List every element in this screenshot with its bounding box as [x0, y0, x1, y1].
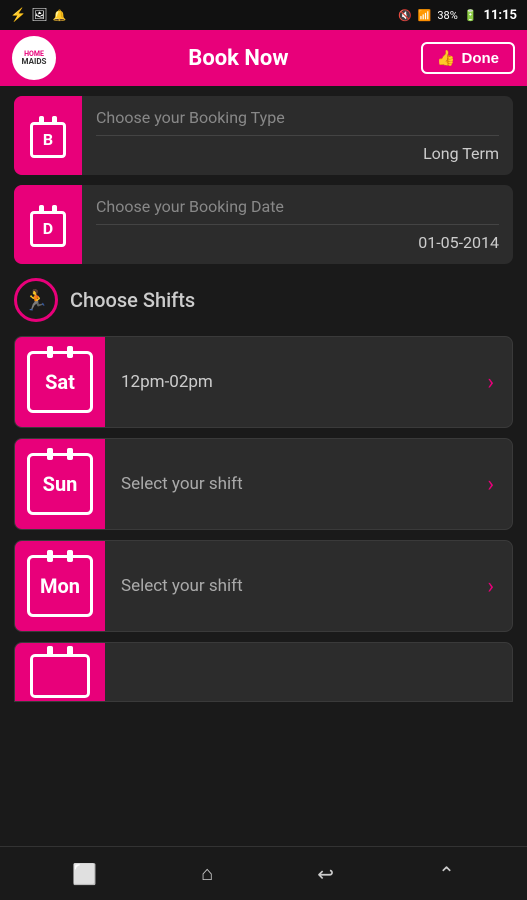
running-person-icon: 🏃 — [24, 288, 49, 312]
nav-back-icon[interactable]: ↩ — [317, 862, 334, 886]
notif-icon: 🔔 — [53, 9, 67, 22]
shift-day-sun: Sun — [43, 472, 78, 496]
battery-icon: 🔋 — [464, 9, 478, 22]
done-button[interactable]: 👍 Done — [421, 42, 515, 74]
booking-date-value: 01-05-2014 — [96, 233, 499, 252]
shift-item-sun[interactable]: Sun Select your shift › — [14, 438, 513, 530]
app-logo: HOME MAIDS — [12, 36, 56, 80]
page-title: Book Now — [188, 46, 288, 71]
booking-type-label: Choose your Booking Type — [96, 108, 499, 127]
nav-square-icon[interactable]: ⬜ — [72, 862, 97, 886]
booking-type-letter: B — [43, 130, 53, 149]
main-content: B Choose your Booking Type Long Term D — [0, 86, 527, 712]
thumbs-up-icon: 👍 — [437, 49, 456, 67]
image-icon: 🖼 — [31, 8, 48, 23]
shift-item-partial — [14, 642, 513, 702]
shift-day-sat: Sat — [45, 370, 75, 394]
shift-day-mon: Mon — [40, 574, 80, 598]
shift-time-sun: Select your shift — [105, 474, 487, 494]
time-display: 11:15 — [484, 8, 518, 23]
nav-up-icon[interactable]: ⌃ — [438, 862, 455, 886]
status-bar: ⚡ 🖼 🔔 🔇 📶 38% 🔋 11:15 — [0, 0, 527, 30]
shift-day-block-sat: Sat — [15, 337, 105, 427]
booking-date-letter: D — [43, 219, 53, 238]
shift-day-block-sun: Sun — [15, 439, 105, 529]
shift-time-mon: Select your shift — [105, 576, 487, 596]
usb-icon: ⚡ — [10, 8, 26, 23]
app-header: HOME MAIDS Book Now 👍 Done — [0, 30, 527, 86]
shift-day-block-mon: Mon — [15, 541, 105, 631]
bottom-nav: ⬜ ⌂ ↩ ⌃ — [0, 846, 527, 900]
done-label: Done — [461, 50, 499, 67]
nav-home-icon[interactable]: ⌂ — [201, 861, 213, 886]
shift-arrow-sat: › — [487, 370, 512, 395]
booking-type-icon-block: B — [14, 96, 82, 175]
booking-date-card[interactable]: D Choose your Booking Date 01-05-2014 — [14, 185, 513, 264]
card-divider — [96, 135, 499, 136]
status-left-icons: ⚡ 🖼 🔔 — [10, 8, 66, 23]
shift-cal-mon: Mon — [27, 555, 93, 617]
shift-time-sat: 12pm-02pm — [105, 372, 487, 392]
shift-cal-sat: Sat — [27, 351, 93, 413]
booking-date-icon-block: D — [14, 185, 82, 264]
shift-item-sat[interactable]: Sat 12pm-02pm › — [14, 336, 513, 428]
mute-icon: 🔇 — [398, 9, 412, 22]
shift-arrow-mon: › — [487, 574, 512, 599]
status-right-icons: 🔇 📶 38% 🔋 11:15 — [398, 8, 517, 23]
shift-cal-sun: Sun — [27, 453, 93, 515]
booking-type-card[interactable]: B Choose your Booking Type Long Term — [14, 96, 513, 175]
shift-day-block-partial — [15, 643, 105, 701]
wifi-icon: 📶 — [418, 9, 432, 22]
booking-type-value: Long Term — [96, 144, 499, 163]
choose-shifts-row: 🏃 Choose Shifts — [14, 274, 513, 326]
shift-item-mon[interactable]: Mon Select your shift › — [14, 540, 513, 632]
battery-text: 38% — [437, 9, 457, 22]
choose-shifts-label: Choose Shifts — [70, 288, 195, 312]
logo-bottom-text: MAIDS — [22, 58, 47, 66]
shifts-icon-circle: 🏃 — [14, 278, 58, 322]
booking-date-text-block: Choose your Booking Date 01-05-2014 — [82, 185, 513, 264]
date-card-divider — [96, 224, 499, 225]
shift-arrow-sun: › — [487, 472, 512, 497]
booking-date-label: Choose your Booking Date — [96, 197, 499, 216]
booking-type-text-block: Choose your Booking Type Long Term — [82, 96, 513, 175]
